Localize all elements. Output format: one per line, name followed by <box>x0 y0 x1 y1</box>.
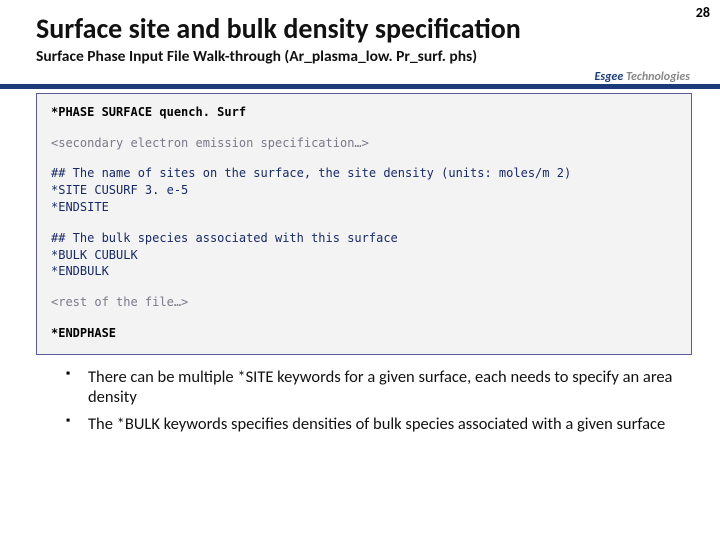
page-number: 28 <box>696 4 710 21</box>
code-bulk-line: *BULK CUBULK <box>51 247 677 264</box>
code-header: *PHASE SURFACE quench. Surf <box>51 104 677 121</box>
logo-right: Technologies <box>626 70 690 84</box>
logo: Esgee Technologies <box>593 70 692 84</box>
divider: Esgee Technologies <box>36 74 692 89</box>
code-site-line: *SITE CUSURF 3. e-5 <box>51 182 677 199</box>
code-comment-bulk: ## The bulk species associated with this… <box>51 230 677 247</box>
code-rest-placeholder: <rest of the file…> <box>51 294 677 311</box>
bullet-list: There can be multiple *SITE keywords for… <box>66 367 682 435</box>
code-block: *PHASE SURFACE quench. Surf <secondary e… <box>36 93 692 355</box>
logo-left: Esgee <box>595 70 624 84</box>
code-endphase: *ENDPHASE <box>51 325 677 342</box>
code-endbulk: *ENDBULK <box>51 263 677 280</box>
code-endsite: *ENDSITE <box>51 199 677 216</box>
code-site-block: ## The name of sites on the surface, the… <box>51 165 677 215</box>
slide-content: Surface site and bulk density specificat… <box>0 0 720 435</box>
list-item: The *BULK keywords specifies densities o… <box>66 414 682 435</box>
page-title: Surface site and bulk density specificat… <box>36 14 692 45</box>
code-bulk-block: ## The bulk species associated with this… <box>51 230 677 280</box>
list-item: There can be multiple *SITE keywords for… <box>66 367 682 408</box>
page-subtitle: Surface Phase Input File Walk-through (A… <box>36 47 692 66</box>
divider-bar <box>0 84 720 89</box>
code-secondary-placeholder: <secondary electron emission specificati… <box>51 135 677 152</box>
code-comment-sites: ## The name of sites on the surface, the… <box>51 165 677 182</box>
